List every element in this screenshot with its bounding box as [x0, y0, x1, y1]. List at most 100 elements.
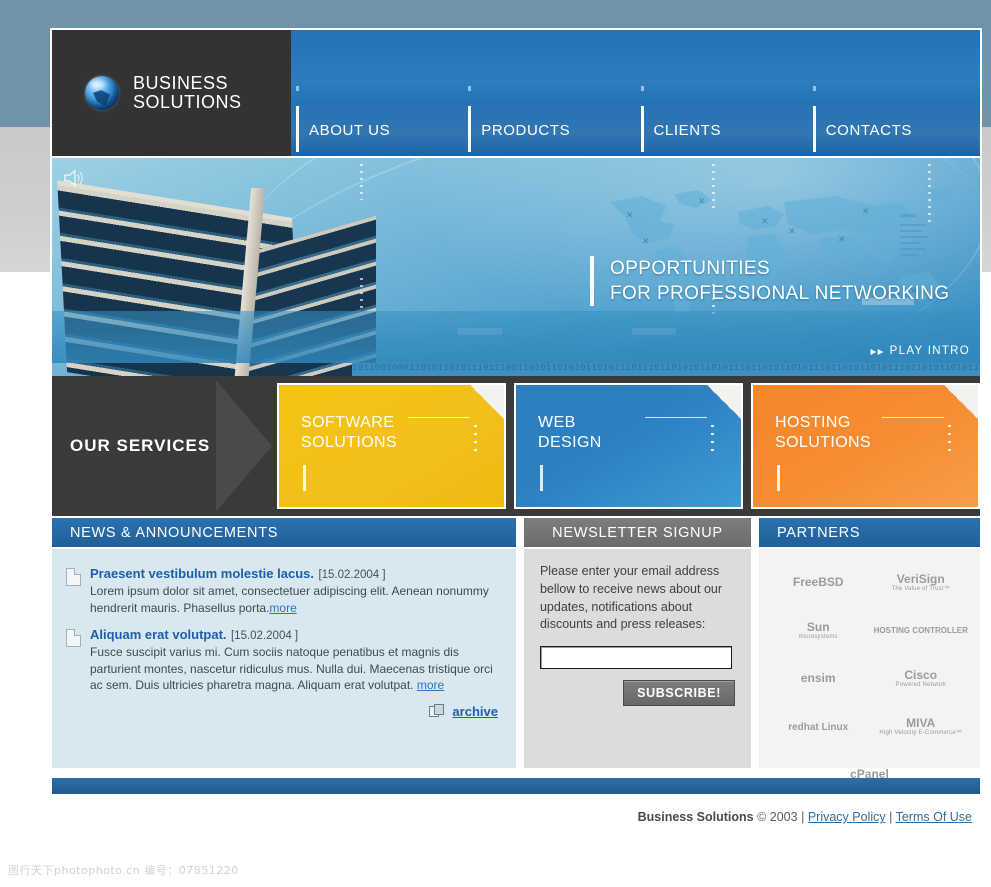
corner-fold-icon [470, 385, 504, 419]
main-navigation: ABOUT US PRODUCTS CLIENTS CONTACTS [291, 28, 982, 158]
footer-separator-2: | [889, 810, 893, 824]
footer-text: Business Solutions © 2003 | Privacy Poli… [50, 796, 982, 824]
website-page: BUSINESS SOLUTIONS ABOUT US PRODUCTS CLI… [50, 28, 982, 824]
nav-label: CONTACTS [825, 121, 912, 139]
card-rule [645, 417, 707, 418]
card-accent-bar [540, 465, 543, 491]
partner-name: MIVA [906, 716, 936, 731]
partner-logo-verisign[interactable]: VeriSign The Value of Trust™ [872, 559, 970, 607]
nav-item-contacts[interactable]: CONTACTS [807, 86, 980, 156]
hero-headline-line-2: FOR PROFESSIONAL NETWORKING [610, 283, 950, 305]
archive-folder-icon [429, 704, 445, 718]
nav-label: PRODUCTS [481, 121, 571, 139]
news-list-item[interactable]: Praesent vestibulum molestie lacus. [15.… [66, 565, 502, 616]
archive-row[interactable]: archive [66, 704, 502, 719]
svg-text:✕: ✕ [838, 234, 846, 244]
play-intro-button[interactable]: ▸▸ PLAY INTRO [871, 344, 970, 358]
logo-panel[interactable]: BUSINESS SOLUTIONS [50, 28, 291, 158]
binary-strip: 1011001000110101101011101110011010110101… [352, 363, 980, 376]
svg-text:✕: ✕ [761, 216, 769, 226]
email-input[interactable] [539, 646, 732, 669]
partner-logo-hosting-controller[interactable]: HOSTING CONTROLLER [872, 607, 970, 655]
speaker-icon[interactable] [62, 168, 84, 188]
footer-copyright: © 2003 [757, 810, 798, 824]
partner-name: Sun [806, 620, 830, 635]
partner-name: FreeBSD [792, 575, 844, 590]
services-section: OUR SERVICES SOFTWARE SOLUTIONS WEB DESI… [50, 376, 982, 516]
archive-link[interactable]: archive [452, 704, 498, 719]
partner-tagline: The Value of Trust™ [891, 586, 950, 593]
partner-name: redhat Linux [788, 721, 849, 733]
partner-logo-freebsd[interactable]: FreeBSD [769, 559, 867, 607]
hero-banner: ✕ ✕ ✕ ✕ ✕ ✕ ✕ ✕ ✕ OPPORTUNITIES FOR PROF… [50, 158, 982, 376]
hero-dot-column-1 [360, 164, 363, 200]
partner-logo-cisco[interactable]: Cisco Powered Network [872, 655, 970, 703]
newsletter-panel-body: Please enter your email address bellow t… [521, 549, 753, 770]
nav-item-clients[interactable]: CLIENTS [635, 86, 808, 156]
terms-of-use-link[interactable]: Terms Of Use [896, 810, 972, 824]
service-card-web-design[interactable]: WEB DESIGN [514, 383, 743, 509]
partner-logo-miva[interactable]: MIVA High Velocity E-Commerce™ [872, 703, 970, 751]
card-rule [408, 417, 470, 418]
nav-label: CLIENTS [653, 121, 722, 139]
nav-item-products[interactable]: PRODUCTS [463, 86, 636, 156]
partner-logo-sun[interactable]: Sun microsystems [769, 607, 867, 655]
partners-heading: PARTNERS [776, 524, 861, 541]
service-card-hosting-solutions[interactable]: HOSTING SOLUTIONS [751, 383, 980, 509]
content-panels: NEWS & ANNOUNCEMENTS Praesent vestibulum… [50, 516, 982, 782]
partner-name: ensim [800, 671, 836, 686]
globe-icon [85, 76, 119, 110]
hero-headline: OPPORTUNITIES FOR PROFESSIONAL NETWORKIN… [590, 256, 950, 307]
newsletter-panel: NEWSLETTER SIGNUP Please enter your emai… [521, 516, 753, 770]
hero-dot-column-3 [712, 164, 715, 210]
partners-panel-body: FreeBSD VeriSign The Value of Trust™ Sun… [756, 549, 982, 782]
footer-separator-1: | [801, 810, 805, 824]
svg-text:✕: ✕ [698, 196, 706, 206]
partner-tagline: Powered Network [895, 682, 946, 689]
news-item-title[interactable]: Aliquam erat volutpat. [90, 627, 227, 642]
partner-name: cPanel [850, 767, 889, 782]
hero-headline-line-1: OPPORTUNITIES [610, 258, 771, 279]
partner-name: VeriSign [896, 572, 945, 587]
partner-name: HOSTING CONTROLLER [873, 625, 968, 635]
svg-text:✕: ✕ [862, 206, 870, 216]
news-panel-body: Praesent vestibulum molestie lacus. [15.… [50, 549, 518, 770]
card-dot-column [474, 425, 477, 451]
news-more-link[interactable]: more [269, 601, 296, 615]
nav-list: ABOUT US PRODUCTS CLIENTS CONTACTS [291, 86, 980, 156]
news-panel-header: NEWS & ANNOUNCEMENTS [50, 516, 518, 549]
services-label: OUR SERVICES [70, 436, 211, 455]
partner-logo-cpanel[interactable]: cPanel [820, 751, 918, 799]
partner-tagline: High Velocity E-Commerce™ [879, 730, 963, 737]
partners-panel: PARTNERS FreeBSD VeriSign The Value of T… [756, 516, 982, 782]
card-accent-bar [777, 465, 780, 491]
news-list-item[interactable]: Aliquam erat volutpat. [15.02.2004 ] Fus… [66, 626, 502, 694]
newsletter-description: Please enter your email address bellow t… [539, 564, 723, 632]
privacy-policy-link[interactable]: Privacy Policy [808, 810, 886, 824]
svg-text:✕: ✕ [642, 236, 650, 246]
brand-wordmark: BUSINESS SOLUTIONS [133, 73, 242, 113]
corner-fold-icon [944, 385, 978, 419]
partner-logo-redhat-linux[interactable]: redhat Linux [769, 703, 867, 751]
footer-company: Business Solutions [637, 810, 754, 824]
document-icon [66, 629, 81, 648]
news-more-link[interactable]: more [417, 678, 444, 692]
card-dot-column [948, 425, 951, 451]
play-intro-label: PLAY INTRO [889, 345, 970, 357]
newsletter-actions: SUBSCRIBE! [540, 680, 735, 706]
services-arrow-icon [216, 380, 272, 512]
subscribe-button[interactable]: SUBSCRIBE! [623, 680, 735, 706]
services-label-block: OUR SERVICES [52, 376, 277, 516]
partners-logo-grid: FreeBSD VeriSign The Value of Trust™ Sun… [767, 559, 972, 782]
card-accent-bar [303, 465, 306, 491]
news-item-title[interactable]: Praesent vestibulum molestie lacus. [90, 566, 314, 581]
partner-name: Cisco [904, 668, 938, 683]
brand-line-2: SOLUTIONS [133, 92, 242, 112]
site-header: BUSINESS SOLUTIONS ABOUT US PRODUCTS CLI… [50, 28, 982, 158]
service-card-software-solutions[interactable]: SOFTWARE SOLUTIONS [277, 383, 506, 509]
nav-item-about-us[interactable]: ABOUT US [291, 86, 464, 156]
partner-logo-ensim[interactable]: ensim [769, 655, 867, 703]
hero-lower-band [52, 311, 980, 363]
svg-text:✕: ✕ [788, 226, 796, 236]
hero-dot-column-2 [360, 278, 363, 308]
